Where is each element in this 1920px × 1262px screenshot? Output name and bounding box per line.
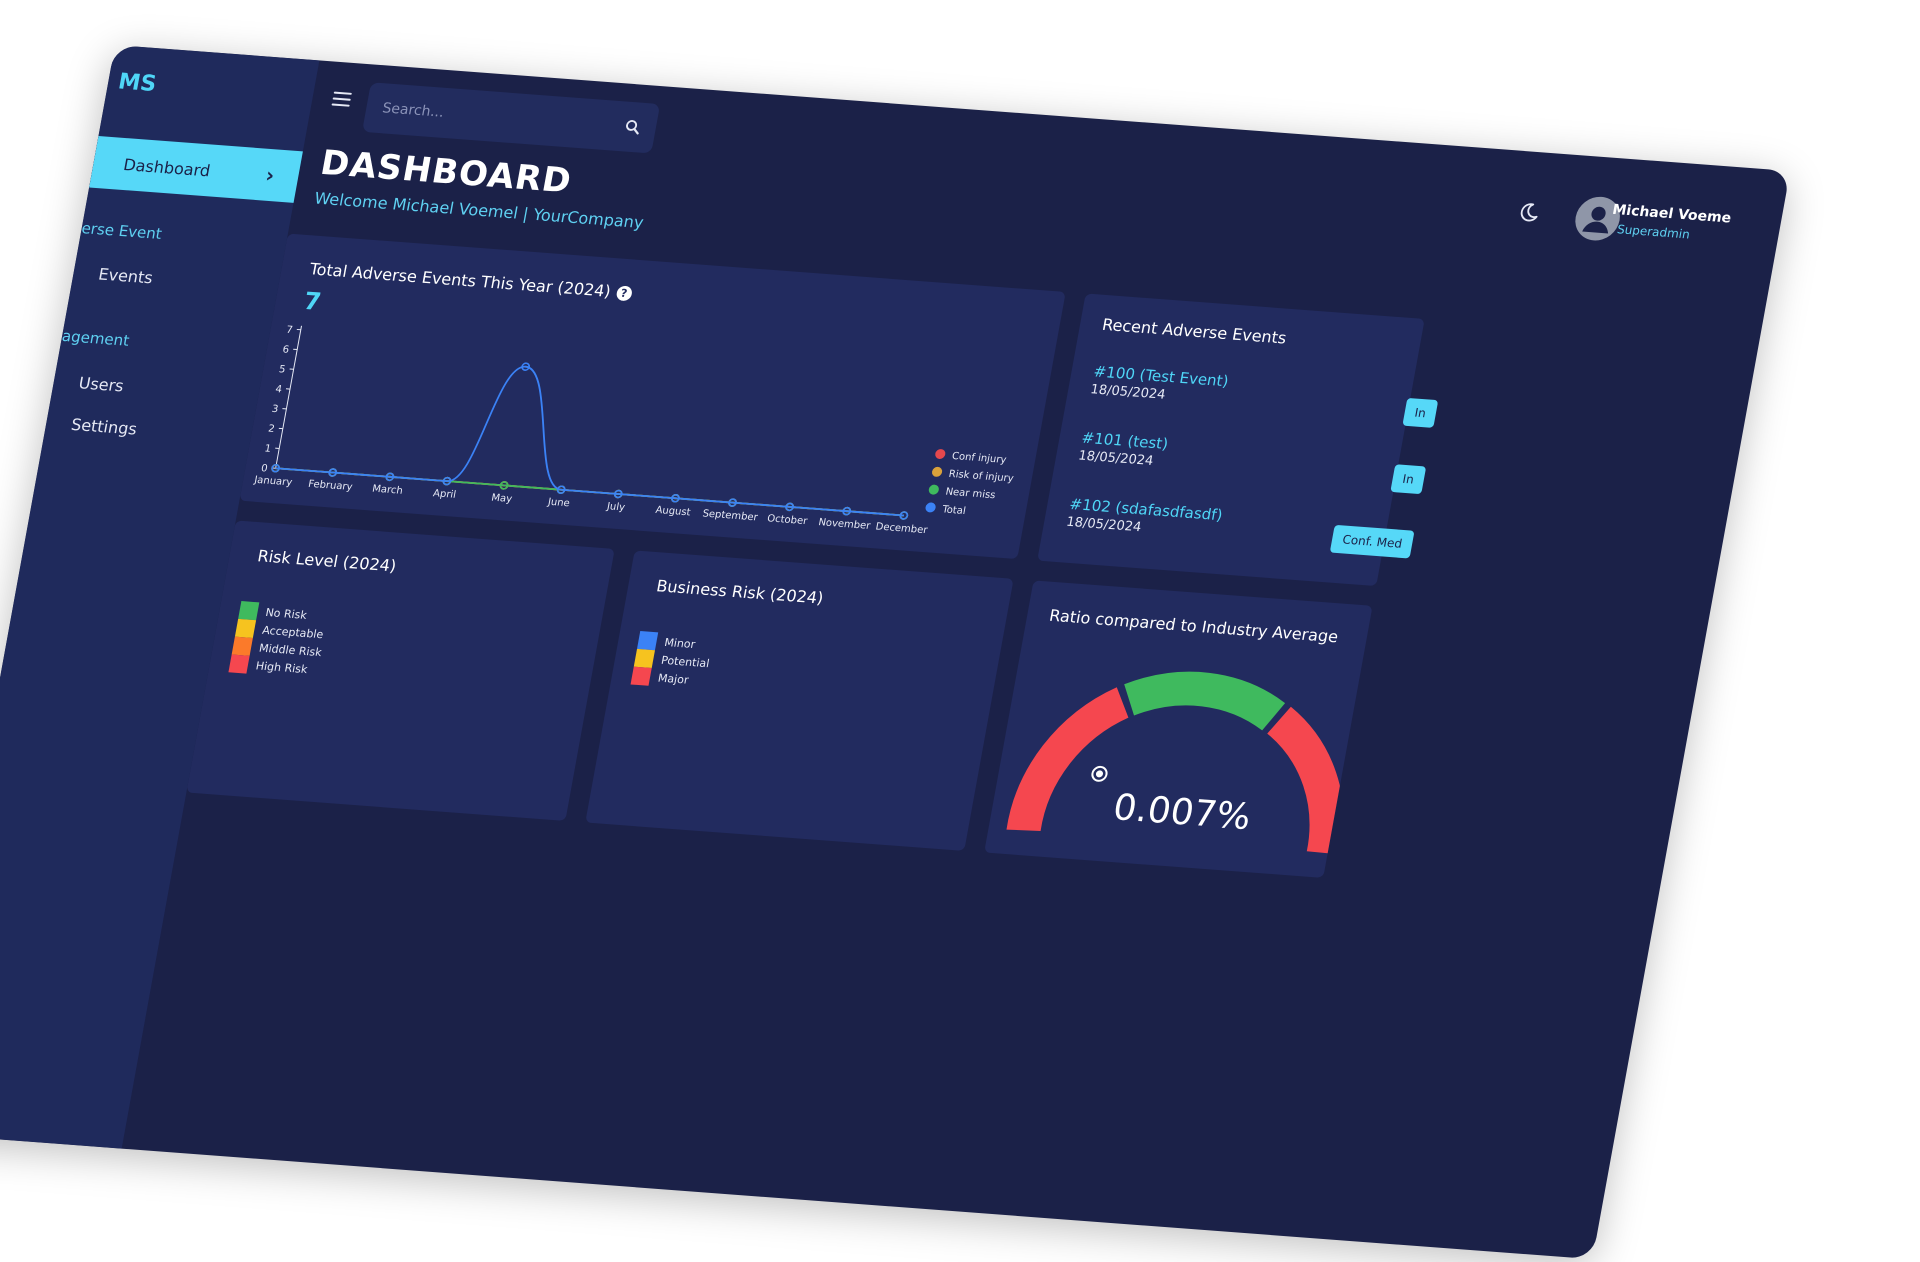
search-icon[interactable] xyxy=(622,117,643,136)
sidebar-item-events[interactable]: Events xyxy=(97,265,154,288)
adverse-events-line-chart: 0 1 2 3 4 5 6 7 January February March April May June… xyxy=(239,233,1065,559)
legend-swatch xyxy=(238,601,259,620)
chevron-right-icon: › xyxy=(264,163,277,187)
x-tick-label: November xyxy=(817,517,872,532)
list-item[interactable]: #101 (test) 18/05/2024 In xyxy=(1086,293,1425,318)
y-tick-label: 4 xyxy=(274,384,282,395)
risk-level-card: Risk Level (2024) No Risk Acceptable Mid… xyxy=(186,520,614,821)
sidebar-item-label: Dashboard xyxy=(122,155,212,180)
recent-events-card: Recent Adverse Events #100 (Test Event) … xyxy=(1037,293,1425,586)
gauge-segment-left xyxy=(1023,697,1122,836)
search-box xyxy=(362,82,660,153)
brand-logo: MS xyxy=(116,69,158,97)
app-window: MS Dashboard › erse Event Events agement… xyxy=(0,45,1790,1259)
adverse-events-card: Total Adverse Events This Year (2024)? 7… xyxy=(239,233,1065,559)
y-tick-label: 6 xyxy=(282,345,290,356)
y-tick-label: 5 xyxy=(278,364,286,375)
y-tick-label: 0 xyxy=(260,463,268,474)
x-tick-label: March xyxy=(371,484,403,497)
legend-swatch xyxy=(235,619,256,638)
y-tick-label: 1 xyxy=(264,443,272,454)
legend-label: Minor xyxy=(663,635,696,650)
event-date: 18/05/2024 xyxy=(1089,382,1166,402)
legend-dot xyxy=(931,467,943,478)
legend-swatch xyxy=(637,631,658,650)
legend-swatch xyxy=(232,637,253,656)
x-tick-label: August xyxy=(655,505,692,518)
risk-level-title: Risk Level (2024) xyxy=(256,546,398,575)
user-role: Superadmin xyxy=(1616,222,1691,241)
legend-swatch xyxy=(228,654,249,673)
x-tick-label: June xyxy=(546,497,571,510)
gauge-segment-middle xyxy=(1128,684,1278,717)
event-status-badge[interactable]: In xyxy=(1402,398,1438,428)
x-tick-label: May xyxy=(490,493,513,505)
x-tick-label: October xyxy=(766,513,809,527)
gauge-pointer-dot xyxy=(1095,770,1103,777)
sidebar-item-settings[interactable]: Settings xyxy=(70,415,139,439)
sidebar-item-dashboard[interactable]: Dashboard › xyxy=(89,136,303,203)
hamburger-menu-icon[interactable] xyxy=(331,92,351,107)
legend-dot xyxy=(928,484,940,495)
gauge-segment-right xyxy=(1256,720,1347,853)
business-risk-legend: Minor Potential Major xyxy=(631,631,715,690)
legend-label: Near miss xyxy=(945,487,997,502)
sidebar-section-management: agement xyxy=(61,327,131,350)
event-status-badge[interactable]: Conf. Med xyxy=(1330,525,1414,559)
industry-ratio-gauge xyxy=(984,580,1372,878)
event-date: 18/05/2024 xyxy=(1065,515,1142,535)
legend-label: Major xyxy=(657,671,690,686)
x-tick-label: January xyxy=(252,475,293,489)
x-tick-label: February xyxy=(307,479,353,493)
business-risk-card: Business Risk (2024) Minor Potential Maj… xyxy=(585,550,1013,851)
x-tick-label: December xyxy=(875,521,929,536)
sidebar-item-users[interactable]: Users xyxy=(77,373,125,395)
legend-dot xyxy=(934,449,946,460)
list-item[interactable]: #102 (sdafasdfasdf) 18/05/2024 Conf. Med xyxy=(1086,293,1425,318)
y-tick-label: 3 xyxy=(271,404,279,415)
legend-swatch xyxy=(631,667,652,686)
legend-swatch xyxy=(634,649,655,668)
legend-label: Potential xyxy=(660,653,710,669)
legend-label: No Risk xyxy=(265,605,308,621)
legend-label: Acceptable xyxy=(261,623,324,640)
industry-ratio-card: Ratio compared to Industry Average 0.007… xyxy=(984,580,1372,878)
list-item[interactable]: #100 (Test Event) 18/05/2024 In xyxy=(1086,293,1425,318)
recent-events-title: Recent Adverse Events xyxy=(1101,315,1288,348)
search-input[interactable] xyxy=(379,99,626,135)
x-tick-label: September xyxy=(702,508,760,523)
event-status-badge[interactable]: In xyxy=(1390,464,1426,494)
y-tick-label: 2 xyxy=(267,424,275,435)
legend-label: Total xyxy=(940,504,966,517)
x-tick-label: April xyxy=(432,488,457,501)
risk-level-legend: No Risk Acceptable Middle Risk High Risk xyxy=(228,601,329,679)
x-tick-label: July xyxy=(605,501,626,513)
business-risk-title: Business Risk (2024) xyxy=(655,576,825,607)
legend-label: High Risk xyxy=(255,659,309,676)
welcome-text: Welcome Michael Voemel | YourCompany xyxy=(313,189,645,233)
legend-dot xyxy=(925,502,937,513)
y-tick-label: 7 xyxy=(285,325,293,336)
event-date: 18/05/2024 xyxy=(1077,448,1154,468)
sidebar-section-adverse-event: erse Event xyxy=(80,219,163,243)
moon-icon[interactable] xyxy=(1516,201,1542,224)
legend-label: Conf injury xyxy=(951,451,1007,466)
legend-label: Risk of injury xyxy=(948,469,1015,485)
legend-label: Middle Risk xyxy=(258,641,323,659)
